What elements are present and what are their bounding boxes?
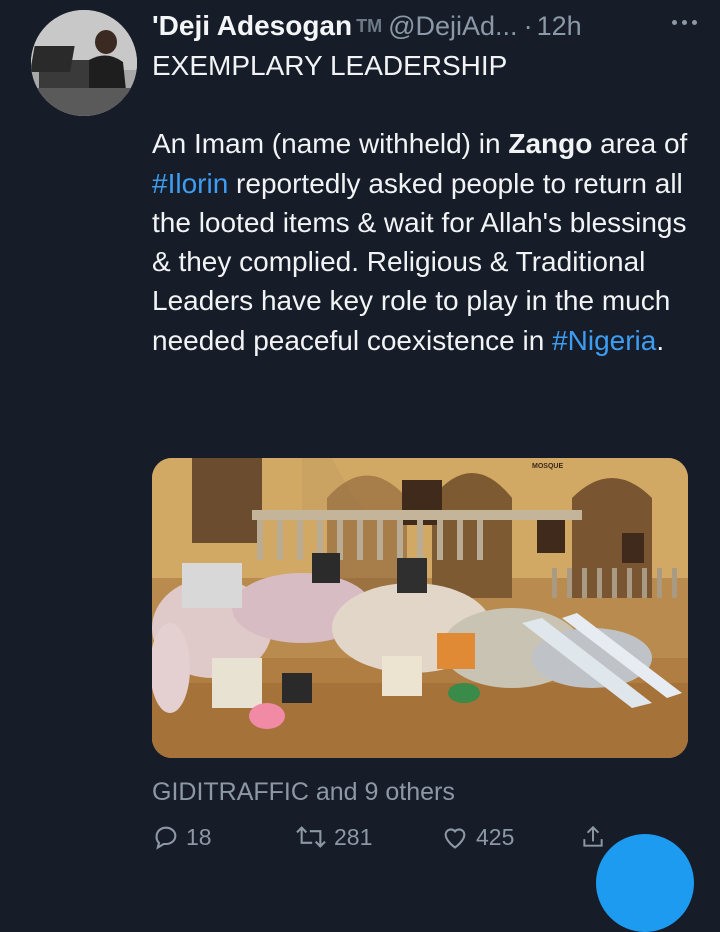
author-badge: TM [356,15,383,36]
author-handle[interactable]: @DejiAd... [388,11,517,42]
like-button[interactable]: 425 [440,823,514,851]
place-zango: Zango [508,128,593,160]
like-count: 425 [476,823,515,850]
body-text-1: An Imam (name withheld) in [152,128,509,160]
tweet-photo[interactable]: MOSQUE [152,458,688,758]
avatar-image [31,10,137,116]
avatar[interactable] [31,10,137,116]
reply-count: 18 [186,823,212,850]
share-icon [583,825,603,847]
tweet-headline: EXEMPLARY LEADERSHIP [152,50,508,81]
separator: · [523,10,533,41]
retweet-count: 281 [334,823,373,850]
retweet-icon [296,826,326,848]
heart-icon [444,828,466,849]
reply-icon [155,826,177,850]
tweet-text: EXEMPLARY LEADERSHIP An Imam (name withh… [152,46,692,360]
retweet-button[interactable]: 281 [294,823,372,851]
mosque-sign-text: MOSQUE [532,463,563,470]
body-text-4: . [656,324,665,356]
author-name[interactable]: 'Deji Adesogan [152,10,352,42]
body-text-2: area of [592,128,688,160]
tweet-header: 'Deji Adesogan TM @DejiAd... · 12h [152,6,710,46]
more-options-icon[interactable] [672,12,710,36]
hashtag-nigeria[interactable]: #Nigeria [552,325,656,356]
hashtag-ilorin[interactable]: #Ilorin [152,168,228,199]
share-button[interactable] [580,823,612,851]
compose-tweet-button[interactable] [596,834,694,932]
reply-button[interactable]: 18 [152,823,212,851]
mosque-photo-illustration: MOSQUE [152,458,688,758]
tweet-time[interactable]: 12h [537,11,582,42]
liked-by-text[interactable]: GIDITRAFFIC and 9 others [152,778,455,807]
tweet-body: An Imam (name withheld) in Zango area of… [152,124,692,360]
